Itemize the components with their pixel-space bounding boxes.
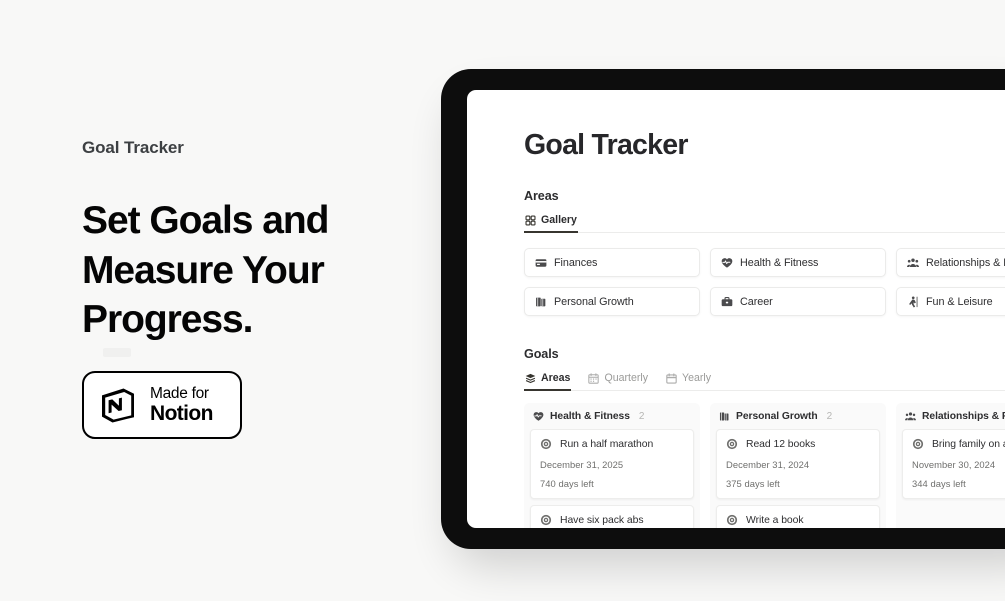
column-count: 2 [826, 411, 833, 423]
board-column-health-fitness: Health & Fitness 2 Run a half marathon D… [524, 403, 700, 528]
column-title: Personal Growth [736, 411, 818, 423]
briefcase-icon [721, 296, 733, 308]
tablet-device-frame: Goal Tracker Areas Gallery Finances Heal… [441, 69, 1005, 549]
area-card-label: Personal Growth [554, 295, 634, 308]
goal-title: Have six pack abs [560, 514, 644, 526]
tab-quarterly[interactable]: Quarterly [587, 370, 649, 390]
goal-card[interactable]: Have six pack abs June 30, 2025 [530, 505, 694, 528]
people-group-icon [907, 257, 919, 269]
areas-view-tabs: Gallery [524, 212, 1005, 234]
goals-board: Health & Fitness 2 Run a half marathon D… [524, 403, 1005, 528]
made-for-notion-badge[interactable]: Made for Notion [82, 371, 242, 439]
bullseye-icon [540, 438, 552, 450]
goal-title: Bring family on a trip to Japan [932, 438, 1005, 450]
column-title: Relationships & Family [922, 411, 1005, 423]
bullseye-icon [726, 438, 738, 450]
tab-quarterly-label: Quarterly [604, 372, 649, 385]
goal-title-row: Read 12 books [726, 438, 870, 450]
tablet-screen: Goal Tracker Areas Gallery Finances Heal… [467, 90, 1005, 528]
board-stack-icon [525, 373, 536, 384]
headline-line-3: Progress. [82, 297, 254, 341]
goals-view-tabs: Areas Quarterly Yearly [524, 370, 1005, 392]
headline-line-1: Set Goals and [82, 199, 329, 243]
tab-areas[interactable]: Areas [524, 370, 572, 392]
area-card-career[interactable]: Career [710, 287, 886, 317]
tab-areas-label: Areas [541, 372, 571, 385]
column-header[interactable]: Health & Fitness 2 [524, 403, 700, 429]
hiker-icon [907, 296, 919, 308]
goal-title-row: Run a half marathon [540, 438, 684, 450]
areas-gallery-grid: Finances Health & Fitness Relationships … [524, 248, 1005, 317]
area-card-fun-leisure[interactable]: Fun & Leisure [896, 287, 1005, 317]
badge-made-for-label: Made for [150, 384, 209, 402]
board-column-relationships-family: Relationships & Family 1 [896, 403, 1005, 528]
notion-page: Goal Tracker Areas Gallery Finances Heal… [467, 90, 1005, 528]
goal-date: December 31, 2025 [540, 459, 624, 471]
tab-yearly[interactable]: Yearly [665, 370, 712, 390]
area-card-label: Relationships & Family [926, 256, 1005, 269]
area-card-label: Health & Fitness [740, 256, 819, 269]
goal-days-left: 375 days left [726, 478, 780, 490]
goal-card[interactable]: Read 12 books December 31, 2024 375 days… [716, 429, 880, 500]
calendar-grid-icon [588, 373, 600, 384]
goal-days-left: 344 days left [912, 478, 966, 490]
books-icon [535, 296, 547, 308]
badge-notion-label: Notion [150, 402, 213, 426]
area-card-label: Finances [554, 256, 598, 269]
credit-card-icon [535, 257, 547, 269]
bullseye-icon [726, 514, 738, 526]
goal-date: December 31, 2024 [726, 459, 810, 471]
headline-line-2: Measure Your [82, 248, 325, 292]
column-header[interactable]: Personal Growth 2 [710, 403, 886, 429]
bullseye-icon [540, 514, 552, 526]
goal-title: Read 12 books [746, 438, 816, 450]
goals-section: Goals Areas Quarterly Yearly Health & Fi… [524, 347, 1005, 528]
area-card-finances[interactable]: Finances [524, 248, 700, 278]
notion-logo-icon [97, 384, 139, 426]
goal-title-row: Have six pack abs [540, 514, 684, 526]
goal-date: November 30, 2024 [912, 459, 996, 471]
goal-card[interactable]: Run a half marathon December 31, 2025 74… [530, 429, 694, 500]
books-icon [719, 411, 730, 422]
goal-title: Write a book [746, 514, 804, 526]
area-card-label: Fun & Leisure [926, 295, 993, 308]
column-header[interactable]: Relationships & Family 1 [896, 403, 1005, 429]
page-title: Goal Tracker [524, 129, 688, 161]
board-column-personal-growth: Personal Growth 2 Read 12 books December… [710, 403, 886, 528]
people-group-icon [905, 411, 916, 422]
goal-title-row: Bring family on a trip to Japan [912, 438, 1005, 450]
promo-panel: Goal Tracker Set Goals and Measure Your … [82, 138, 412, 344]
calendar-icon [666, 373, 677, 384]
column-title: Health & Fitness [550, 411, 630, 423]
heart-pulse-icon [721, 257, 733, 269]
badge-highlight-artifact [103, 348, 131, 357]
tab-gallery[interactable]: Gallery [524, 212, 578, 234]
goal-card[interactable]: Bring family on a trip to Japan November… [902, 429, 1005, 500]
bullseye-icon [912, 438, 924, 450]
column-count: 2 [638, 411, 645, 423]
goal-days-left: 740 days left [540, 478, 594, 490]
heart-pulse-icon [533, 411, 544, 422]
area-card-personal-growth[interactable]: Personal Growth [524, 287, 700, 317]
goal-title: Run a half marathon [560, 438, 654, 450]
promo-eyebrow: Goal Tracker [82, 138, 184, 157]
goal-title-row: Write a book [726, 514, 870, 526]
tab-gallery-label: Gallery [541, 214, 577, 227]
goal-card[interactable]: Write a book December 31, 2030 [716, 505, 880, 528]
area-card-health-fitness[interactable]: Health & Fitness [710, 248, 886, 278]
badge-text: Made for Notion [150, 386, 213, 425]
tab-yearly-label: Yearly [682, 372, 712, 385]
area-card-label: Career [740, 295, 773, 308]
gallery-grid-icon [525, 215, 536, 226]
goals-heading: Goals [524, 347, 559, 362]
promo-headline: Set Goals and Measure Your Progress. [82, 196, 412, 343]
area-card-relationships-family[interactable]: Relationships & Family [896, 248, 1005, 278]
areas-heading: Areas [524, 189, 559, 204]
areas-section: Areas Gallery Finances Health & Fitness … [524, 189, 1005, 317]
